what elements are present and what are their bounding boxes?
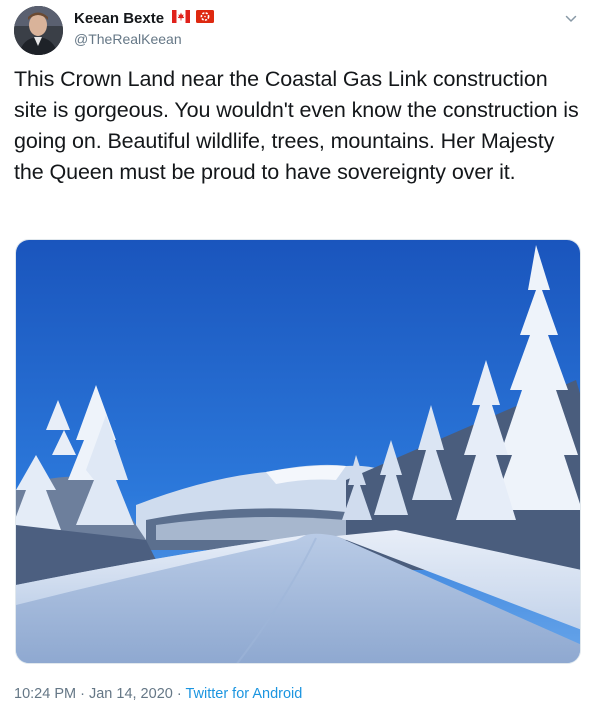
chevron-down-icon[interactable] <box>564 12 578 26</box>
tweet-text: This Crown Land near the Coastal Gas Lin… <box>14 67 579 184</box>
hong-kong-flag-icon <box>195 10 214 28</box>
avatar[interactable] <box>14 6 63 55</box>
display-name[interactable]: Keean Bexte <box>74 10 164 28</box>
tweet-header: Keean Bexte @TheRealKeean <box>14 4 582 56</box>
tweet-date[interactable]: Jan 14, 2020 <box>89 686 173 702</box>
author-handle[interactable]: @TheRealKeean <box>74 30 216 48</box>
tweet-photo[interactable] <box>15 239 581 664</box>
author-info: Keean Bexte @TheRealKeean <box>74 10 216 48</box>
meta-separator-2: · <box>172 686 186 702</box>
flag-emojis <box>171 10 216 28</box>
meta-separator: · <box>76 686 89 702</box>
tweet-source-link[interactable]: Twitter for Android <box>185 686 302 702</box>
canada-flag-icon <box>171 10 190 28</box>
tweet-meta: 10:24 PM · Jan 14, 2020 · Twitter for An… <box>14 684 302 704</box>
tweet-time[interactable]: 10:24 PM <box>14 686 76 702</box>
